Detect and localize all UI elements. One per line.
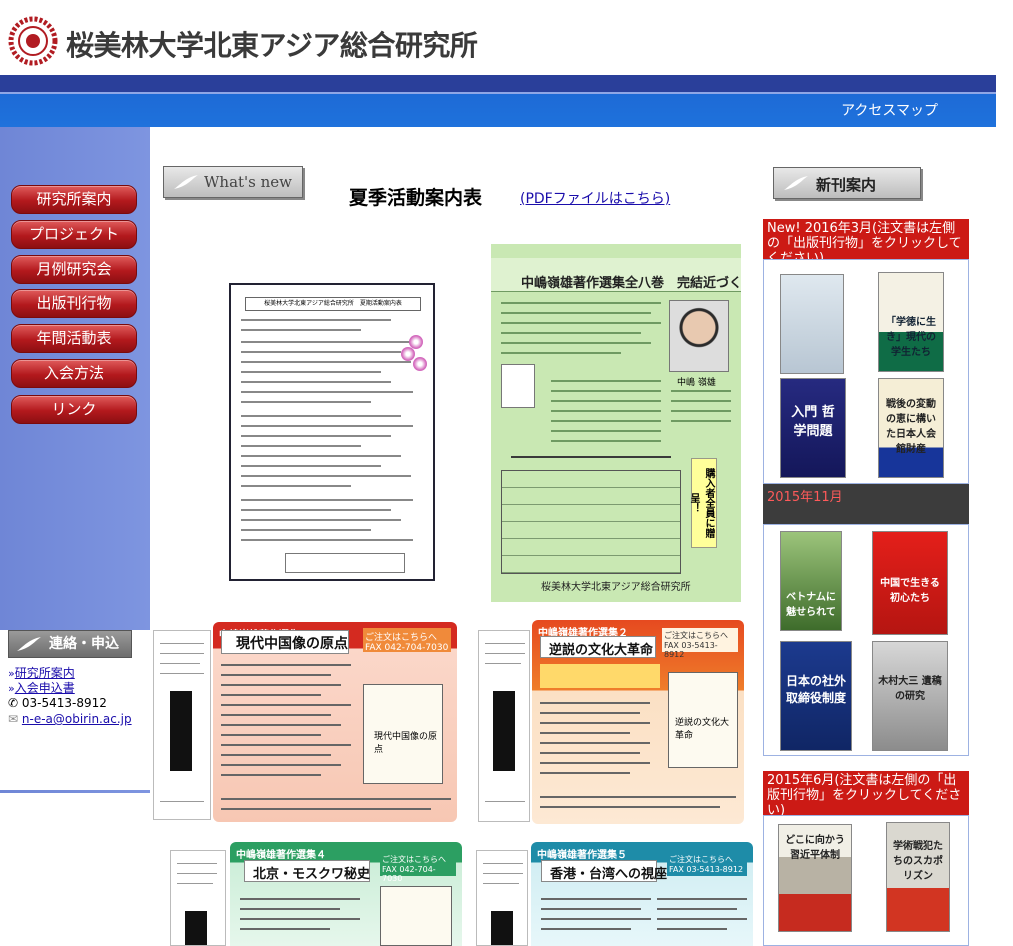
book-cover[interactable]: 中国で生きる初心たち xyxy=(872,531,948,635)
summer-pdf-link[interactable]: (PDFファイルはこちら) xyxy=(520,188,670,208)
order-form-sheet[interactable] xyxy=(478,630,530,822)
category-heading-2015-june: 2015年6月(注文書は左側の「出版刊行物」をクリックしてください) xyxy=(763,771,969,818)
book-cover[interactable]: 入門 哲学問題 xyxy=(780,378,846,478)
category-heading-2015-november: 2015年11月 xyxy=(763,484,969,524)
nav-links[interactable]: リンク xyxy=(11,395,137,424)
gift-notice: 購入者全員に贈呈！ xyxy=(688,458,717,548)
book-flyer-1[interactable]: 中嶋嶺雄著作選集１ 現代中国像の原点 ご注文はこちらへFAX 042-704-7… xyxy=(213,622,457,822)
research-institute-link[interactable]: 研究所案内 xyxy=(15,666,75,680)
book-cover[interactable]: 学術戦犯たちのスカポリズン xyxy=(886,822,950,932)
book-title: 香港・台湾への視座 xyxy=(550,867,668,882)
author-name: 中嶋 嶺雄 xyxy=(677,378,716,388)
poster-footer: 桜美林大学北東アジア総合研究所 xyxy=(541,582,691,593)
nav-membership[interactable]: 入会方法 xyxy=(11,359,137,388)
feather-icon xyxy=(174,175,198,189)
book-title: 現代中国像の原点 xyxy=(236,636,348,652)
mail-icon: ✉ xyxy=(8,712,19,726)
book-cover[interactable]: 日本の社外取締役制度 xyxy=(780,641,852,751)
nav-annual-activities[interactable]: 年間活動表 xyxy=(11,324,137,353)
book-list-2016-march: 「学徳に生き」現代の学生たち 入門 哲学問題 戦後の変動の恵に構いた日本人会館財… xyxy=(763,259,969,484)
contact-phone: ✆ 03-5413-8912 xyxy=(8,696,107,710)
site-title[interactable]: 桜美林大学北東アジア総合研究所 xyxy=(66,24,478,64)
site-header: 桜美林大学北東アジア総合研究所 xyxy=(0,0,1013,75)
book-title: 逆説の文化大革命 xyxy=(549,643,654,658)
nav-monthly-seminar[interactable]: 月例研究会 xyxy=(11,255,137,284)
order-form-sheet[interactable] xyxy=(153,630,211,820)
order-table xyxy=(501,470,681,574)
summer-activity-title: 夏季活動案内表 xyxy=(349,187,483,209)
contact-heading: 連絡・申込先 xyxy=(8,630,132,678)
flyer-heading: 桜美林大学北東アジア総合研究所 夏期活動案内表 xyxy=(245,297,421,311)
poster-title: 中嶋嶺雄著作選集全八巻 完結近づく！ xyxy=(521,276,741,291)
category-heading-2016-march: New! 2016年3月(注文書は左側の「出版刊行物」をクリックしてください) xyxy=(763,219,969,266)
book-list-2015-june: どこに向かう 習近平体制 学術戦犯たちのスカポリズン xyxy=(763,815,969,946)
access-map-link[interactable]: アクセスマップ xyxy=(841,100,938,120)
book-flyer-2[interactable]: 中嶋嶺雄著作選集２ 逆説の文化大革命 ご注文はこちらへ FAX 03-5413-8… xyxy=(532,620,744,824)
author-portrait xyxy=(669,300,729,372)
book-cover[interactable]: ベトナムに魅せられて xyxy=(780,531,842,631)
nav-research-institute[interactable]: 研究所案内 xyxy=(11,185,137,214)
book-cover[interactable] xyxy=(780,274,844,374)
double-chevron-icon: » xyxy=(8,682,15,695)
new-publications-tab: 新刊案内 xyxy=(773,167,921,199)
summer-activity-flyer[interactable]: 桜美林大学北東アジア総合研究所 夏期活動案内表 xyxy=(229,283,435,581)
application-form-link[interactable]: 入会申込書 xyxy=(15,681,75,695)
top-nav-bar: アクセスマップ xyxy=(0,75,996,127)
collected-works-poster[interactable]: 中嶋嶺雄著作選集全八巻 完結近づく！ 中嶋 嶺雄 購入者全員に贈呈！ 桜美林大学… xyxy=(491,244,741,602)
order-form-sheet[interactable] xyxy=(170,850,226,946)
nav-publications[interactable]: 出版刊行物 xyxy=(11,289,137,318)
whats-new-tab: What's new xyxy=(163,166,303,198)
contact-email: ✉ n-e-a@obirin.ac.jp xyxy=(8,712,132,726)
feather-icon xyxy=(784,176,808,190)
book-cover[interactable]: 戦後の変動の恵に構いた日本人会館財産 xyxy=(878,378,944,478)
nav-project[interactable]: プロジェクト xyxy=(11,220,137,249)
book-list-2015-november: ベトナムに魅せられて 中国で生きる初心たち 日本の社外取締役制度 木村大三 遺稿… xyxy=(763,524,969,756)
book-flyer-4[interactable]: 中嶋嶺雄著作選集４ 北京・モスクワ秘史 ご注文はこちらへ FAX 042-704-… xyxy=(230,842,462,946)
feather-icon xyxy=(17,637,41,651)
email-link[interactable]: n-e-a@obirin.ac.jp xyxy=(22,712,132,726)
book-title: 北京・モスクワ秘史 xyxy=(253,867,371,882)
phone-icon: ✆ xyxy=(8,696,19,710)
contact-box: 連絡・申込先 »研究所案内 »入会申込書 ✆ 03-5413-8912 ✉ n-… xyxy=(0,630,150,790)
order-form-sheet[interactable] xyxy=(476,850,528,946)
book-flyer-5[interactable]: 中嶋嶺雄著作選集５ 香港・台湾への視座 ご注文はこちらへ FAX 03-5413-… xyxy=(531,842,753,946)
left-sidebar: 研究所案内 プロジェクト 月例研究会 出版刊行物 年間活動表 入会方法 リンク … xyxy=(0,127,150,793)
university-seal-icon xyxy=(8,16,58,66)
book-cover[interactable]: 木村大三 遺稿の研究 xyxy=(872,641,948,751)
contact-link-row: »入会申込書 xyxy=(8,679,75,696)
book-cover[interactable]: 「学徳に生き」現代の学生たち xyxy=(878,272,944,372)
book-cover[interactable]: どこに向かう 習近平体制 xyxy=(778,824,852,932)
